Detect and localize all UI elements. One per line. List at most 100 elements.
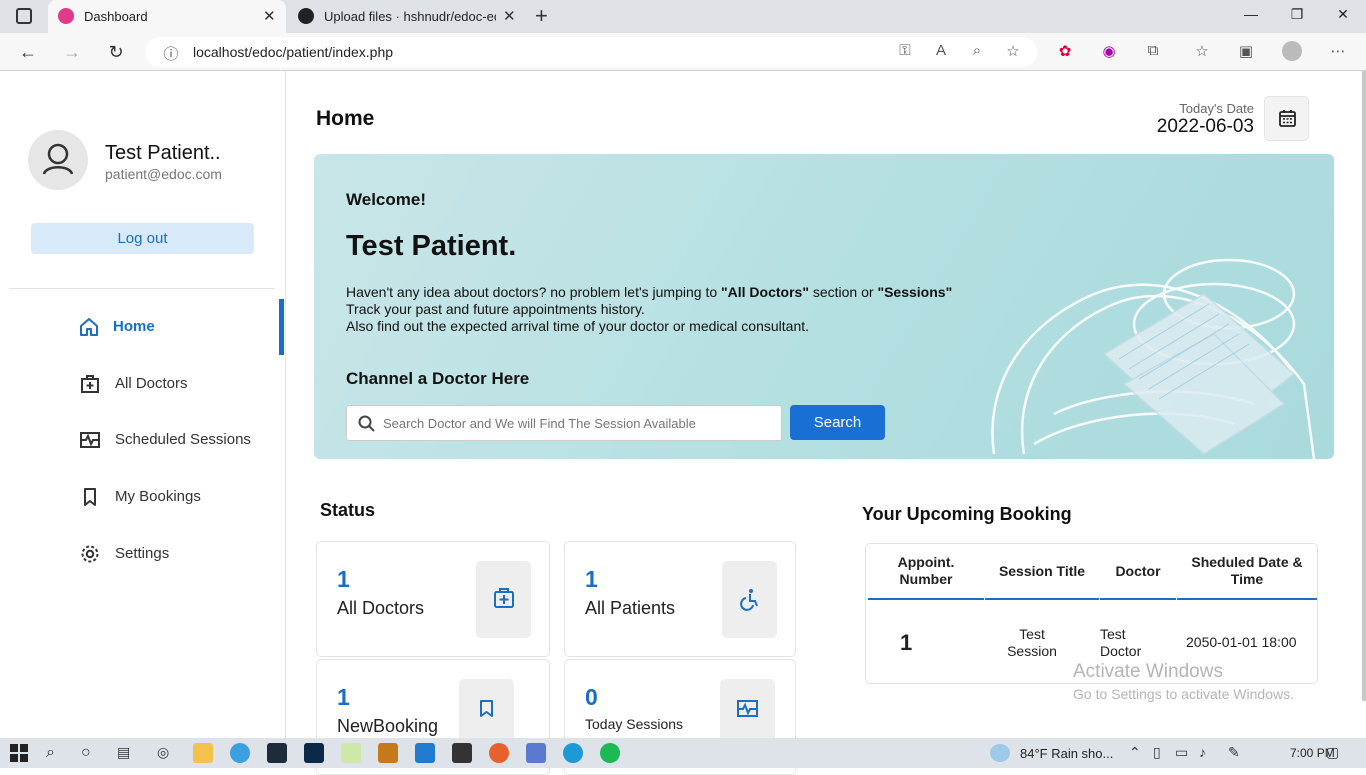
sidebar-item-my-bookings[interactable]: My Bookings (0, 469, 285, 525)
activate-windows-title: Activate Windows (1073, 661, 1223, 682)
notepad-icon[interactable] (341, 743, 361, 763)
extensions-icon[interactable]: ⧉ (1143, 42, 1163, 59)
favorites-icon[interactable]: ☆ (1192, 42, 1212, 60)
scheduled-datetime: 2050-01-01 18:00 (1186, 634, 1297, 650)
welcome-greeting: Welcome! (346, 190, 426, 209)
app-icon[interactable]: ◎ (157, 744, 169, 761)
pen-icon[interactable]: ✎ (1228, 744, 1240, 761)
stat-label: Today Sessions (585, 716, 684, 732)
favorite-add-icon[interactable]: ☆ (1003, 42, 1023, 60)
lightroom-icon[interactable] (267, 743, 287, 763)
new-tab-icon[interactable]: + (535, 3, 548, 29)
task-view-icon[interactable]: ▤ (117, 744, 130, 761)
tab-title: Dashboard (84, 9, 148, 24)
url-text: localhost/edoc/patient/index.php (193, 44, 394, 60)
sidebar-item-home[interactable]: Home (0, 299, 285, 355)
close-window-icon[interactable]: ✕ (1333, 6, 1353, 23)
page-scrollbar[interactable] (1362, 71, 1366, 701)
user-icon (42, 143, 74, 175)
stat-value: 1 (585, 566, 598, 592)
channel-doctor-title: Channel a Doctor Here (346, 369, 530, 388)
calendar-button[interactable] (1264, 96, 1309, 141)
sidebar-item-label: Home (113, 318, 155, 335)
avatar (28, 130, 88, 190)
read-aloud-icon[interactable]: A (931, 42, 951, 59)
extension-color-icon[interactable]: ✿ (1055, 42, 1075, 60)
stat-label: NewBooking (337, 716, 439, 736)
network-icon[interactable]: ▭ (1175, 744, 1188, 761)
zoom-icon[interactable]: ⌕ (967, 42, 987, 59)
windows-taskbar: ⌕ ○ ▤ ◎ 84°F Rain sho... ⌃ ▯ ▭ ♪ ✎ 7:00 … (0, 738, 1366, 768)
doctor-name: Test Doctor (1100, 626, 1142, 659)
tab-actions-icon[interactable] (16, 8, 32, 24)
doctor-add-icon (494, 588, 514, 608)
sidebar-item-scheduled-sessions[interactable]: Scheduled Sessions (0, 412, 285, 468)
sidebar-item-settings[interactable]: Settings (0, 526, 285, 582)
sidebar-item-label: All Doctors (115, 375, 188, 392)
stat-value: 0 (585, 684, 598, 710)
file-explorer-icon[interactable] (193, 743, 213, 763)
cortana-icon[interactable]: ○ (81, 744, 91, 762)
search-input[interactable] (383, 406, 773, 440)
volume-icon[interactable]: ♪ (1199, 744, 1206, 760)
stat-value: 1 (337, 566, 350, 592)
search-box (346, 405, 782, 441)
activate-windows-subtitle: Go to Settings to activate Windows. (1073, 686, 1294, 702)
spotify-icon[interactable] (600, 743, 620, 763)
wheelchair-icon (740, 589, 758, 611)
windows-start-icon[interactable] (10, 744, 28, 762)
weather-icon[interactable] (990, 744, 1010, 762)
restore-icon[interactable]: ❐ (1287, 6, 1307, 23)
logout-button[interactable]: Log out (31, 223, 254, 254)
app-icon[interactable] (230, 743, 250, 763)
profile-email: patient@edoc.com (105, 166, 222, 182)
intro-text: section or (808, 284, 878, 300)
minimize-icon[interactable]: — (1241, 6, 1261, 22)
reload-icon[interactable]: ↻ (104, 40, 128, 64)
close-tab-icon[interactable]: ✕ (263, 7, 276, 25)
stat-icon-box (722, 561, 777, 638)
firefox-icon[interactable] (489, 743, 509, 763)
url-field[interactable]: ⓘ localhost/edoc/patient/index.php ⚿ A ⌕… (145, 37, 1037, 67)
welcome-intro-line: Haven't any idea about doctors? no probl… (346, 284, 952, 300)
edge-icon[interactable] (563, 743, 583, 763)
sidebar-item-all-doctors[interactable]: All Doctors (0, 356, 285, 412)
notification-icon[interactable]: ▢ (1326, 744, 1339, 761)
collections-icon[interactable]: ▣ (1236, 42, 1256, 60)
tab-upload-files[interactable]: Upload files · hshnudr/edoc-echa ✕ (290, 0, 528, 33)
pulse-icon (80, 432, 100, 448)
tab-dashboard[interactable]: Dashboard ✕ (48, 0, 286, 33)
terminal-icon[interactable] (452, 743, 472, 763)
chevron-up-icon[interactable]: ⌃ (1129, 744, 1141, 761)
extension-radio-icon[interactable]: ◉ (1099, 42, 1119, 60)
back-icon[interactable]: ← (16, 40, 40, 64)
sidebar-divider (9, 288, 275, 289)
github-icon (298, 8, 314, 24)
welcome-banner: Welcome! Test Patient. Haven't any idea … (314, 154, 1334, 459)
app-icon[interactable] (526, 743, 546, 763)
doctor-add-icon (81, 375, 99, 393)
key-icon[interactable]: ⚿ (895, 42, 915, 59)
search-button[interactable]: Search (790, 405, 885, 440)
status-title: Status (320, 500, 376, 520)
sidebar: Test Patient.. patient@edoc.com Log out … (0, 71, 286, 738)
stat-card-all-doctors[interactable]: 1 All Doctors (316, 541, 550, 657)
more-options-icon[interactable]: ⋯ (1328, 42, 1348, 60)
forward-icon[interactable]: → (60, 40, 84, 64)
upcoming-booking-title: Your Upcoming Booking (862, 504, 1072, 524)
sessions-link: "Sessions" (877, 284, 953, 300)
search-icon[interactable]: ⌕ (46, 744, 55, 762)
photoshop-icon[interactable] (304, 743, 324, 763)
sublime-icon[interactable] (378, 743, 398, 763)
intro-text: Haven't any idea about doctors? no probl… (346, 284, 722, 300)
welcome-arrival-line: Also find out the expected arrival time … (346, 318, 810, 334)
weather-text[interactable]: 84°F Rain sho... (1020, 746, 1113, 761)
all-doctors-link: "All Doctors" (721, 284, 809, 300)
tab-title: Upload files · hshnudr/edoc-echa (324, 9, 496, 24)
close-tab-icon[interactable]: ✕ (503, 7, 516, 25)
date-label: Today's Date (1179, 101, 1254, 116)
vscode-icon[interactable] (415, 743, 435, 763)
stat-card-all-patients[interactable]: 1 All Patients (564, 541, 796, 657)
profile-avatar-icon[interactable] (1282, 41, 1302, 61)
device-icon[interactable]: ▯ (1153, 744, 1161, 761)
